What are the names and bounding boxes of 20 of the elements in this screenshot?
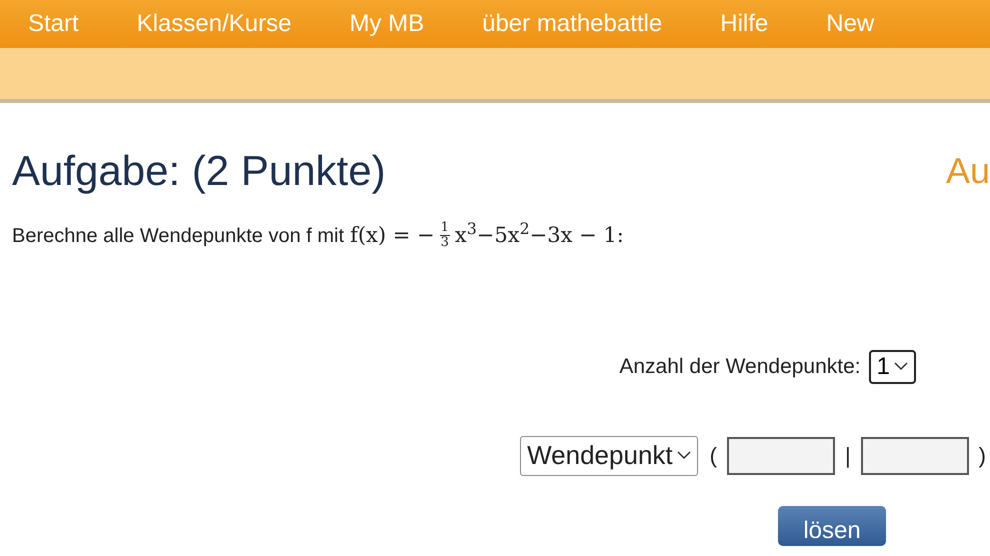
task-text: Berechne alle Wendepunkte von f mit xyxy=(12,224,344,249)
x-input-field[interactable] xyxy=(726,436,835,474)
task-heading: Aufgabe: (2 Punkte) xyxy=(12,146,386,196)
count-label: Anzahl der Wendepunkte: xyxy=(619,354,861,380)
caret-icon xyxy=(676,451,691,460)
nav-link[interactable]: über mathebattle xyxy=(482,6,662,42)
count-select[interactable]: 1 xyxy=(868,350,916,384)
separator: | xyxy=(844,442,851,470)
open-paren: ( xyxy=(710,442,717,470)
y-input-field[interactable] xyxy=(860,436,969,474)
nav-link[interactable]: Klassen/Kurse xyxy=(136,6,292,42)
nav-link[interactable]: Start xyxy=(28,6,79,42)
nav-link[interactable]: Hilfe xyxy=(720,6,768,42)
nav-link[interactable]: My MB xyxy=(349,6,424,42)
solve-button[interactable]: lösen xyxy=(778,506,886,546)
point-type-select[interactable]: Wendepunkt xyxy=(520,436,698,476)
nav-link[interactable]: New xyxy=(826,6,874,42)
side-heading: Au xyxy=(946,148,990,192)
caret-icon xyxy=(894,362,908,371)
close-paren: ) xyxy=(978,442,986,470)
